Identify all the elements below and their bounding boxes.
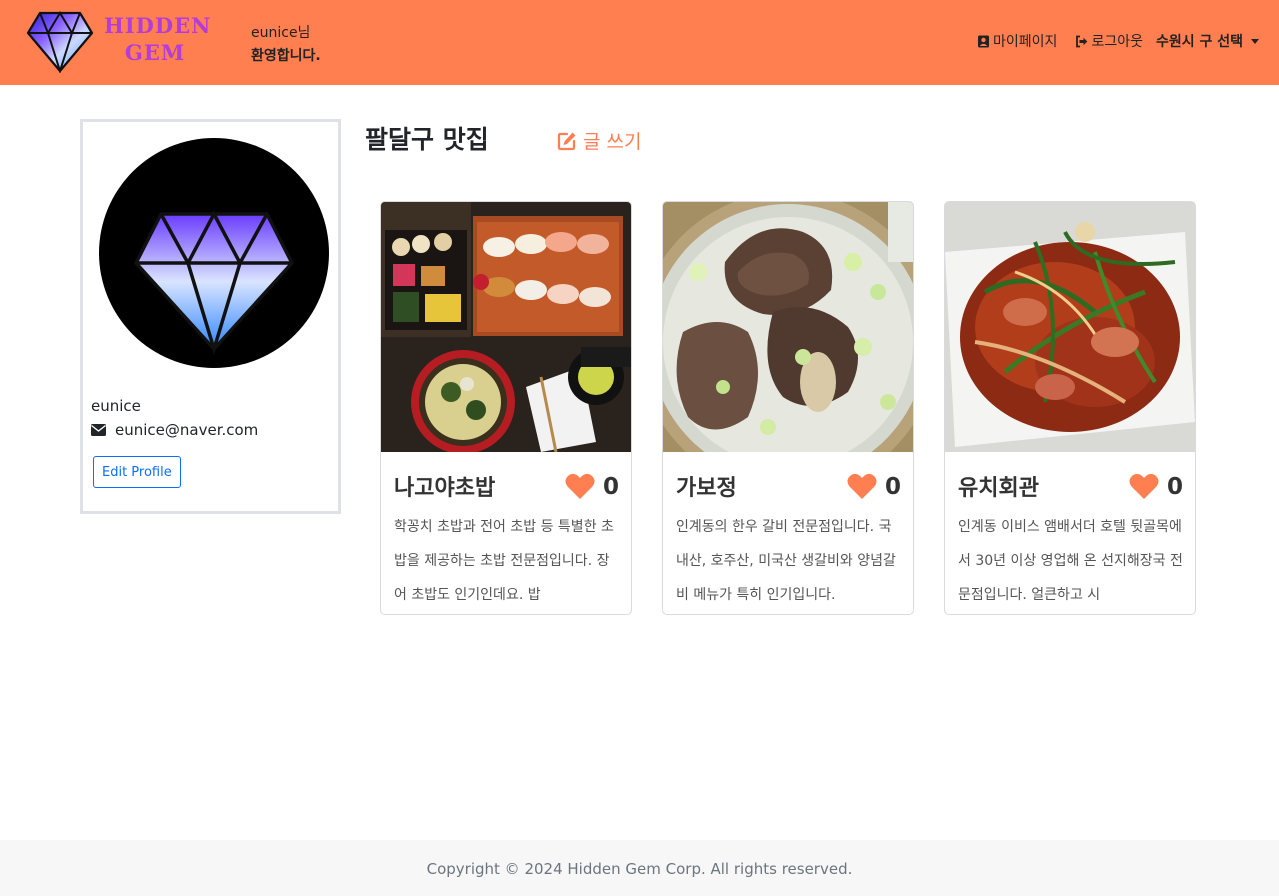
caret-down-icon [1251, 38, 1259, 44]
like-counter[interactable]: 0 [565, 473, 619, 500]
heart-icon [1129, 473, 1159, 499]
write-post-link[interactable]: 글 쓰기 [557, 127, 641, 154]
like-count: 0 [602, 473, 619, 500]
logout-link[interactable]: 로그아웃 [1075, 31, 1143, 51]
like-counter[interactable]: 0 [1129, 473, 1183, 500]
top-navbar: HIDDEN GEM eunice님 환영합니다. 마이페이지 로그아웃 수원시… [0, 0, 1279, 85]
card-description: 인계동 이비스 앰배서더 호텔 뒷골목에서 30년 이상 영업해 온 선지해장국… [958, 519, 1183, 603]
restaurant-card[interactable]: 나고야초밥 0 학꽁치 초밥과 전어 초밥 등 특별한 초밥을 제공하는 초밥 … [380, 201, 632, 615]
edit-profile-button[interactable]: Edit Profile [93, 456, 181, 488]
logo-wordmark[interactable]: HIDDEN GEM [104, 12, 212, 66]
region-dropdown[interactable]: 수원시 구 선택 [1156, 31, 1259, 51]
profile-card: eunice eunice@naver.com Edit Profile [80, 119, 341, 514]
card-title: 나고야초밥 [394, 476, 496, 501]
mypage-link[interactable]: 마이페이지 [977, 31, 1057, 51]
card-description: 인계동의 한우 갈비 전문점입니다. 국내산, 호주산, 미국산 생갈비와 양념… [676, 519, 896, 603]
nav-menu: 마이페이지 로그아웃 수원시 구 선택 [977, 31, 1259, 51]
card-description: 학꽁치 초밥과 전어 초밥 등 특별한 초밥을 제공하는 초밥 전문점입니다. … [394, 519, 614, 603]
like-counter[interactable]: 0 [847, 473, 901, 500]
logo-line-2: GEM [124, 40, 186, 65]
logout-label: 로그아웃 [1091, 34, 1143, 50]
edit-icon [557, 132, 576, 150]
diamond-icon[interactable] [26, 11, 94, 73]
heart-icon [847, 473, 877, 499]
mypage-label: 마이페이지 [993, 34, 1058, 50]
restaurant-card[interactable]: 유치회관 0 인계동 이비스 앰배서더 호텔 뒷골목에서 30년 이상 영업해 … [944, 201, 1196, 615]
greeting: eunice님 환영합니다. [251, 22, 321, 68]
greeting-username: eunice님 [251, 25, 311, 41]
profile-email-text: eunice@naver.com [115, 421, 259, 439]
profile-name: eunice [91, 397, 141, 415]
greeting-welcome: 환영합니다. [251, 48, 321, 64]
page-title: 팔달구 맛집 [365, 125, 489, 154]
avatar [99, 138, 329, 368]
card-title: 유치회관 [958, 476, 1039, 501]
restaurant-photo [945, 202, 1195, 452]
copyright-text: Copyright © 2024 Hidden Gem Corp. All ri… [426, 860, 853, 878]
logo-line-1: HIDDEN [104, 13, 212, 38]
restaurant-card[interactable]: 가보정 0 인계동의 한우 갈비 전문점입니다. 국내산, 호주산, 미국산 생… [662, 201, 914, 615]
restaurant-photo [381, 202, 631, 452]
footer: Copyright © 2024 Hidden Gem Corp. All ri… [0, 840, 1279, 896]
profile-email: eunice@naver.com [91, 421, 258, 439]
user-badge-icon [978, 35, 990, 47]
like-count: 0 [884, 473, 901, 500]
restaurant-photo [663, 202, 913, 452]
envelope-icon [91, 424, 106, 436]
region-dropdown-label: 수원시 구 선택 [1155, 34, 1243, 50]
card-title: 가보정 [676, 476, 737, 501]
like-count: 0 [1166, 473, 1183, 500]
sign-out-icon [1076, 35, 1088, 47]
heart-icon [565, 473, 595, 499]
write-post-label: 글 쓰기 [583, 131, 642, 153]
